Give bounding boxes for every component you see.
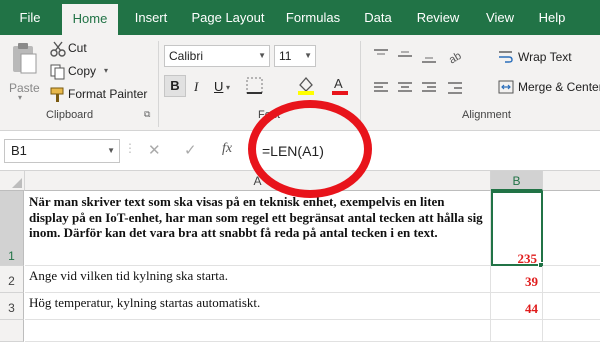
- tab-review[interactable]: Review: [410, 0, 466, 35]
- copy-icon: [50, 64, 65, 80]
- copy-label: Copy: [68, 64, 97, 78]
- row-header-4[interactable]: [0, 320, 24, 342]
- align-bottom-icon[interactable]: [420, 47, 438, 65]
- highlight-circle-annotation: [248, 100, 372, 198]
- tab-formulas[interactable]: Formulas: [280, 0, 346, 35]
- svg-text:A: A: [334, 76, 343, 91]
- format-painter-button[interactable]: Format Painter: [48, 85, 152, 105]
- tab-insert[interactable]: Insert: [128, 0, 174, 35]
- tab-data[interactable]: Data: [357, 0, 399, 35]
- cell-a2[interactable]: Ange vid vilken tid kylning ska starta.: [25, 266, 491, 293]
- font-family-value: Calibri: [169, 49, 204, 63]
- row-header-2[interactable]: 2: [0, 266, 24, 293]
- column-header-b[interactable]: B: [491, 171, 543, 191]
- paste-button[interactable]: Paste ▾: [6, 39, 42, 103]
- italic-button[interactable]: I: [194, 79, 198, 95]
- align-middle-icon[interactable]: [396, 47, 414, 65]
- font-size-select[interactable]: 11 ▼: [274, 45, 316, 67]
- cell-b2[interactable]: 39: [491, 266, 543, 293]
- align-right-icon[interactable]: [420, 79, 438, 97]
- name-box[interactable]: B1 ▼: [4, 139, 120, 163]
- column-header-c[interactable]: [543, 171, 600, 191]
- cell-c3[interactable]: [543, 293, 600, 320]
- tab-help[interactable]: Help: [532, 0, 572, 35]
- cut-label: Cut: [68, 41, 87, 55]
- cell-a1[interactable]: När man skriver text som ska visas på en…: [25, 191, 491, 266]
- group-divider: [158, 41, 159, 127]
- cell-a3[interactable]: Hög temperatur, kylning startas automati…: [25, 293, 491, 320]
- chevron-down-icon: ▼: [304, 51, 312, 60]
- merge-center-label: Merge & Center: [518, 80, 600, 94]
- insert-function-icon[interactable]: fx: [222, 141, 232, 157]
- indent-icon[interactable]: [446, 79, 464, 97]
- paste-label: Paste: [9, 81, 40, 95]
- font-color-icon[interactable]: A: [330, 75, 350, 95]
- tab-home[interactable]: Home: [62, 4, 118, 35]
- cell-b4[interactable]: [491, 320, 543, 342]
- tab-page-layout[interactable]: Page Layout: [186, 0, 270, 35]
- select-all-icon: [12, 178, 22, 188]
- wrap-text-button[interactable]: Wrap Text: [498, 47, 600, 67]
- svg-text:ab: ab: [447, 50, 464, 65]
- fill-color-icon[interactable]: [296, 75, 316, 95]
- wrap-text-icon: [499, 51, 513, 63]
- merge-icon: [498, 80, 514, 94]
- clipboard-group-label: Clipboard: [46, 109, 94, 121]
- cell-b3[interactable]: 44: [491, 293, 543, 320]
- tab-view[interactable]: View: [478, 0, 522, 35]
- bold-button[interactable]: B: [164, 75, 186, 97]
- chevron-down-icon: ▾: [226, 83, 231, 92]
- tab-file[interactable]: File: [8, 0, 52, 35]
- wrap-text-label: Wrap Text: [518, 50, 572, 64]
- cell-c1[interactable]: [543, 191, 600, 266]
- chevron-down-icon: ▾: [18, 93, 23, 102]
- paste-icon: [13, 43, 37, 74]
- alignment-group-label: Alignment: [462, 109, 511, 121]
- orientation-icon[interactable]: ab: [446, 47, 464, 65]
- font-size-value: 11: [279, 49, 292, 63]
- paintbrush-icon: [50, 87, 64, 102]
- scissors-icon: [50, 41, 66, 57]
- cell-b1[interactable]: 235: [491, 191, 543, 266]
- row-header-3[interactable]: 3: [0, 293, 24, 320]
- cell-a4[interactable]: [25, 320, 491, 342]
- select-all-corner[interactable]: [0, 171, 25, 191]
- cell-c4[interactable]: [543, 320, 600, 342]
- format-painter-label: Format Painter: [68, 87, 148, 101]
- more-options-icon: ⋮: [124, 141, 136, 155]
- merge-center-button[interactable]: Merge & Center: [498, 77, 600, 97]
- ribbon-tab-bar: File Home Insert Page Layout Formulas Da…: [0, 0, 600, 35]
- align-left-icon[interactable]: [372, 79, 390, 97]
- enter-icon[interactable]: ✓: [184, 141, 197, 159]
- align-center-icon[interactable]: [396, 79, 414, 97]
- chevron-down-icon: ▼: [107, 146, 115, 155]
- chevron-down-icon: ▼: [258, 51, 266, 60]
- copy-button[interactable]: Copy ▾: [48, 62, 118, 82]
- underline-button[interactable]: U: [214, 79, 223, 94]
- chevron-down-icon: ▾: [104, 66, 109, 75]
- cell-c2[interactable]: [543, 266, 600, 293]
- align-top-icon[interactable]: [372, 47, 390, 65]
- font-family-select[interactable]: Calibri ▼: [164, 45, 270, 67]
- cancel-icon[interactable]: ✕: [148, 141, 161, 159]
- borders-icon[interactable]: [246, 77, 264, 95]
- row-header-1[interactable]: 1: [0, 191, 24, 266]
- cut-button[interactable]: Cut: [48, 39, 108, 59]
- dialog-launcher-icon[interactable]: ⧉: [144, 109, 150, 120]
- name-box-value: B1: [11, 143, 27, 158]
